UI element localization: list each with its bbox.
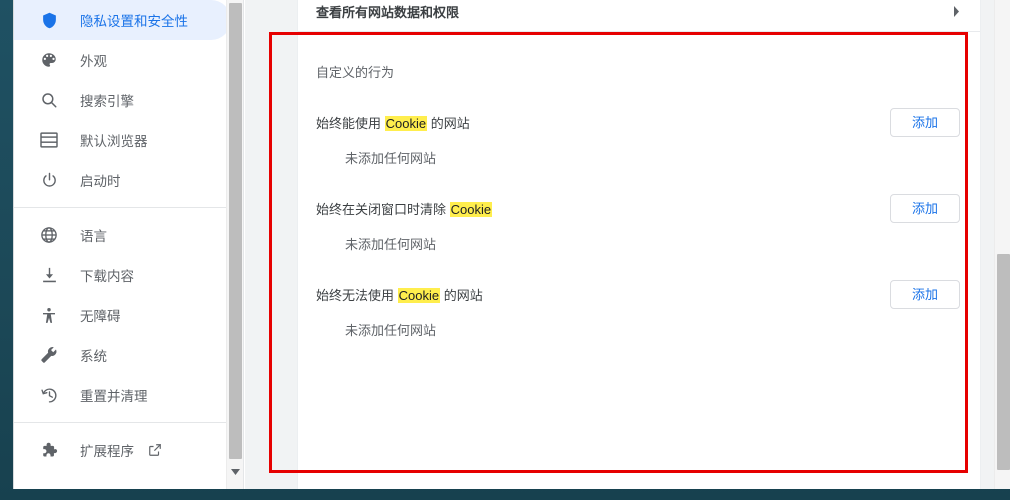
sidebar-item-palette[interactable]: 外观 (14, 40, 231, 80)
sidebar-item-label: 外观 (80, 54, 107, 69)
title-text-after: 的网站 (440, 287, 483, 303)
sidebar-group: 语言下载内容无障碍系统重置并清理 (14, 215, 243, 415)
sidebar-divider (14, 422, 243, 423)
cookie-exception-row: 始终无法使用 Cookie 的网站 添加 (298, 270, 980, 318)
sidebar-group: 隐私设置和安全性 外观搜索引擎默认浏览器启动时 (14, 0, 243, 200)
cookie-exception-list: 始终能使用 Cookie 的网站 添加 未添加任何网站 始终在关闭窗口时清除 Cook… (298, 98, 980, 339)
no-sites-added-text: 未添加任何网站 (345, 237, 437, 252)
cookie-exception-title: 始终在关闭窗口时清除 Cookie (316, 199, 493, 218)
add-site-button[interactable]: 添加 (889, 193, 960, 223)
view-all-site-data-label: 查看所有网站数据和权限 (316, 5, 460, 20)
title-text-before: 始终无法使用 (316, 287, 398, 303)
view-all-site-data-row[interactable]: 查看所有网站数据和权限 (298, 0, 980, 32)
sidebar-item-label: 隐私设置和安全性 (80, 14, 188, 29)
sidebar-item-download[interactable]: 下载内容 (14, 255, 231, 295)
sidebar-item-label: 启动时 (80, 174, 121, 189)
wrench-icon (39, 345, 59, 365)
history-restore-icon (39, 385, 59, 405)
no-sites-added-text: 未添加任何网站 (345, 323, 437, 338)
cookie-exception-title: 始终无法使用 Cookie 的网站 (316, 285, 483, 304)
sidebar-nav-list: 隐私设置和安全性 外观搜索引擎默认浏览器启动时语言下载内容无障碍系统重置并清理扩展… (14, 0, 243, 470)
search-highlight: Cookie (449, 201, 493, 217)
chevron-right-icon (953, 6, 960, 17)
accessibility-icon (39, 305, 59, 325)
sidebar-item-wrench[interactable]: 系统 (14, 335, 231, 375)
cookie-exception-title: 始终能使用 Cookie 的网站 (316, 113, 470, 132)
search-highlight: Cookie (397, 287, 441, 303)
search-highlight: Cookie (384, 115, 428, 131)
browser-settings-window: 隐私设置和安全性 外观搜索引擎默认浏览器启动时语言下载内容无障碍系统重置并清理扩展… (13, 0, 1010, 489)
puzzle-icon (39, 440, 59, 460)
sidebar-scroll-down-arrow[interactable] (227, 464, 244, 481)
sidebar-divider (14, 207, 243, 208)
sidebar-item-shield[interactable]: 隐私设置和安全性 (14, 0, 231, 40)
title-text-after: 的网站 (427, 115, 470, 131)
sidebar-item-history-restore[interactable]: 重置并清理 (14, 375, 231, 415)
sidebar-item-accessibility[interactable]: 无障碍 (14, 295, 231, 335)
sidebar-item-label: 下载内容 (80, 269, 134, 284)
sidebar-group: 扩展程序 (14, 430, 243, 470)
settings-main-content: 查看所有网站数据和权限 自定义的行为 始终能使用 Cookie 的网站 添加 未添加… (245, 0, 1010, 489)
shield-icon (39, 10, 59, 30)
palette-icon (39, 50, 59, 70)
settings-sidebar: 隐私设置和安全性 外观搜索引擎默认浏览器启动时语言下载内容无障碍系统重置并清理扩展… (14, 0, 244, 489)
sidebar-item-label: 扩展程序 (80, 444, 134, 459)
sidebar-item-globe[interactable]: 语言 (14, 215, 231, 255)
sidebar-item-browser-window[interactable]: 默认浏览器 (14, 120, 231, 160)
sidebar-item-search[interactable]: 搜索引擎 (14, 80, 231, 120)
sidebar-scrollbar[interactable] (226, 0, 243, 489)
external-link-icon[interactable] (148, 443, 162, 457)
content-scrollbar-thumb[interactable] (997, 254, 1010, 470)
sidebar-item-label: 搜索引擎 (80, 94, 134, 109)
sidebar-item-label: 默认浏览器 (80, 134, 148, 149)
add-site-button[interactable]: 添加 (889, 279, 960, 309)
power-icon (39, 170, 59, 190)
privacy-settings-card: 查看所有网站数据和权限 自定义的行为 始终能使用 Cookie 的网站 添加 未添加… (297, 0, 981, 489)
sidebar-item-label: 语言 (80, 229, 107, 244)
sidebar-scroll-viewport: 隐私设置和安全性 外观搜索引擎默认浏览器启动时语言下载内容无障碍系统重置并清理扩展… (14, 0, 243, 489)
cookie-exception-row: 始终能使用 Cookie 的网站 添加 (298, 98, 980, 146)
sidebar-item-label: 无障碍 (80, 309, 121, 324)
title-text-before: 始终能使用 (316, 115, 385, 131)
sidebar-item-label: 重置并清理 (80, 389, 148, 404)
sidebar-scrollbar-thumb[interactable] (229, 3, 242, 459)
content-scrollbar[interactable] (994, 0, 1010, 489)
no-sites-added-text: 未添加任何网站 (345, 151, 437, 166)
globe-icon (39, 225, 59, 245)
sidebar-item-label: 系统 (80, 349, 107, 364)
title-text-before: 始终在关闭窗口时清除 (316, 201, 450, 217)
add-site-button[interactable]: 添加 (889, 107, 960, 137)
cookie-exception-row: 始终在关闭窗口时清除 Cookie 添加 (298, 184, 980, 232)
sidebar-item-puzzle[interactable]: 扩展程序 (14, 430, 231, 470)
search-icon (39, 90, 59, 110)
sidebar-item-power[interactable]: 启动时 (14, 160, 231, 200)
download-icon (39, 265, 59, 285)
browser-window-icon (39, 130, 59, 150)
custom-behavior-section-label: 自定义的行为 (316, 65, 395, 80)
